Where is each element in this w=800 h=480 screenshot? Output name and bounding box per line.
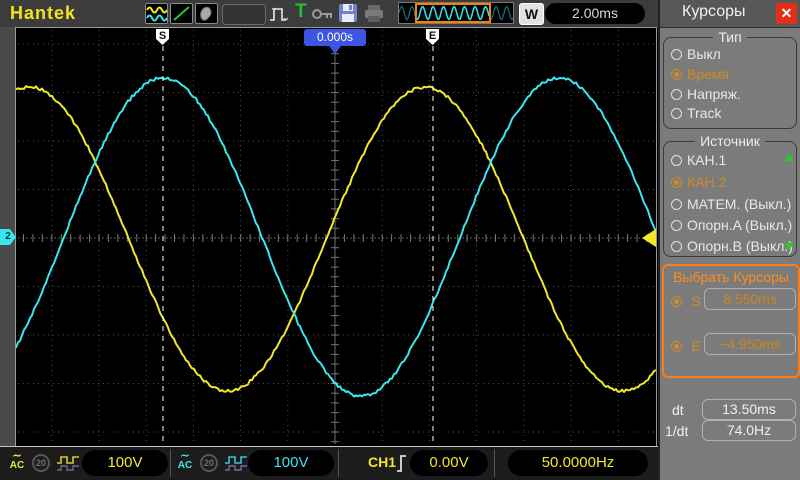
window-mode-button[interactable]: W xyxy=(519,3,544,25)
cursor-e-radio[interactable]: E xyxy=(671,338,701,356)
channel-status-bar: ∼AC 20 100V ∼AC 20 100V CH1 0.00V 50.000… xyxy=(0,446,658,480)
window-zoom-region[interactable] xyxy=(415,3,491,23)
pulse-trigger-icon xyxy=(268,4,292,24)
trigger-status-box xyxy=(222,4,266,25)
save-floppy-icon[interactable] xyxy=(338,3,358,23)
trigger-frequency-readout: 50.0000Hz xyxy=(508,450,648,476)
top-toolbar: Hantek T xyxy=(0,0,658,28)
radio-icon xyxy=(671,49,682,60)
radio-icon xyxy=(671,341,682,352)
cursors-menu-panel: Курсоры ✕ Тип Выкл Время Напряж. Track И… xyxy=(658,0,800,480)
ramp-icon xyxy=(171,4,192,23)
menu-title-bar: Курсоры ✕ xyxy=(660,0,800,28)
ch2-scale-readout[interactable]: 100V xyxy=(248,450,334,476)
source-group-title: Источник xyxy=(664,133,796,151)
ch1-bandwidth-icon: 20 xyxy=(32,454,50,472)
inv-dt-label: 1/dt xyxy=(665,423,688,439)
menu-title: Курсоры xyxy=(682,3,746,21)
radio-off[interactable]: Выкл xyxy=(671,46,795,64)
dt-label: dt xyxy=(672,402,684,418)
ramp-display-button[interactable] xyxy=(170,3,193,24)
radio-icon xyxy=(671,155,682,166)
trigger-level-readout[interactable]: 0.00V xyxy=(410,450,488,476)
ch2-coupling-icon: ∼AC xyxy=(174,450,196,476)
select-cursors-title: Выбрать Курсоры xyxy=(664,269,798,285)
ch2-probe-wave-icon xyxy=(224,455,248,472)
radio-icon xyxy=(671,296,682,307)
cursor-s-label: S xyxy=(691,293,700,309)
type-group: Тип Выкл Время Напряж. Track xyxy=(663,37,797,129)
radio-track[interactable]: Track xyxy=(671,105,795,123)
waveform-canvas xyxy=(16,28,656,446)
dual-wave-icon xyxy=(146,4,167,23)
horizontal-position-pointer-icon xyxy=(329,46,341,54)
radio-voltage[interactable]: Напряж. xyxy=(671,86,795,104)
radio-icon xyxy=(671,199,682,210)
print-icon[interactable] xyxy=(363,4,385,23)
radio-refb[interactable]: Опорн.B (Выкл.) xyxy=(671,238,795,256)
radio-math[interactable]: МАТЕМ. (Выкл.) xyxy=(671,196,795,214)
ch1-coupling-icon: ∼AC xyxy=(6,450,28,476)
horizontal-position-marker[interactable]: 0.000s xyxy=(304,29,366,46)
radio-icon xyxy=(671,108,682,119)
select-cursors-group: Выбрать Курсоры S 8.550ms E −4.950ms xyxy=(662,264,800,378)
cursor-s-radio[interactable]: S xyxy=(671,293,701,311)
type-group-title: Тип xyxy=(664,29,796,47)
waveform-preview[interactable] xyxy=(398,2,514,24)
hand-tool-button[interactable] xyxy=(195,3,218,24)
hantek-logo: Hantek xyxy=(10,3,76,24)
waveform-display xyxy=(15,27,657,447)
divider xyxy=(338,449,339,477)
scroll-down-icon[interactable] xyxy=(784,243,794,251)
timebase-readout: 2.00ms xyxy=(545,3,645,24)
inv-dt-value: 74.0Hz xyxy=(702,420,796,441)
ch2-bandwidth-icon: 20 xyxy=(200,454,218,472)
scroll-up-icon[interactable] xyxy=(784,153,794,161)
cursor-s-value[interactable]: 8.550ms xyxy=(704,288,796,310)
channels-waveform-button[interactable] xyxy=(145,3,168,24)
radio-icon xyxy=(671,69,682,80)
divider xyxy=(494,449,495,477)
ch1-scale-readout[interactable]: 100V xyxy=(82,450,168,476)
trigger-t-indicator: T xyxy=(295,1,307,23)
radio-icon xyxy=(671,241,682,252)
trigger-source-label: CH1 xyxy=(368,454,396,470)
divider xyxy=(170,449,171,477)
radio-icon xyxy=(671,220,682,231)
radio-icon xyxy=(671,89,682,100)
cursor-e-value[interactable]: −4.950ms xyxy=(704,333,796,355)
close-icon[interactable]: ✕ xyxy=(776,3,797,24)
key-lock-icon[interactable] xyxy=(312,8,334,20)
cursor-e-label: E xyxy=(691,338,700,354)
rising-edge-icon xyxy=(396,452,408,474)
radio-ch2[interactable]: КАН.2 xyxy=(671,174,795,192)
radio-ch1[interactable]: КАН.1 xyxy=(671,152,795,170)
radio-time[interactable]: Время xyxy=(671,66,795,84)
ch1-probe-wave-icon xyxy=(56,455,80,472)
hand-icon xyxy=(196,4,217,23)
radio-icon xyxy=(671,177,682,188)
source-group: Источник КАН.1 КАН.2 МАТЕМ. (Выкл.) Опор… xyxy=(663,141,797,257)
radio-refa[interactable]: Опорн.A (Выкл.) xyxy=(671,217,795,235)
dt-value: 13.50ms xyxy=(702,399,796,420)
